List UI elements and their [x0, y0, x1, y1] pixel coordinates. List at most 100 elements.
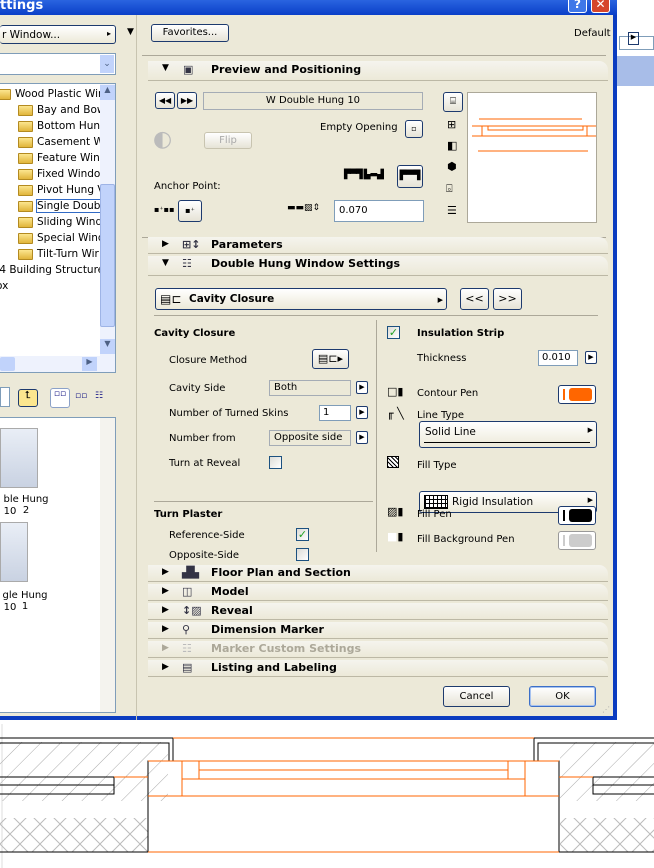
number-from-arrow-button[interactable]: ▶ [356, 431, 368, 444]
section-title: Model [211, 585, 249, 598]
path-field[interactable] [0, 387, 10, 407]
close-button[interactable]: ✕ [591, 0, 610, 13]
horizontal-scrollbar[interactable]: ▶ [0, 356, 115, 372]
section-floor-plan-and-section[interactable]: ▶ ▟▙ Floor Plan and Section [148, 565, 608, 582]
thumbnail-grid[interactable]: ble Hung 2 10 gle Hung 1 10 [0, 417, 116, 713]
tree-item[interactable]: Casement W [18, 136, 104, 152]
turn-at-reveal-checkbox[interactable] [269, 456, 282, 469]
scroll-up-icon[interactable]: ▲ [100, 85, 115, 100]
help-button[interactable]: ? [568, 0, 587, 13]
parameter-list-icon[interactable]: ☰ [447, 204, 457, 217]
thumbnail-double-hung[interactable] [0, 428, 38, 488]
favorites-button[interactable]: Favorites... [151, 24, 229, 42]
settings-page-dropdown[interactable]: ▤⊏ Cavity Closure ▶ [155, 288, 447, 310]
tree-item[interactable]: Tilt-Turn Wir [18, 248, 99, 264]
anchor-point-icons[interactable]: ▪⁺▪▪ [154, 205, 175, 214]
panel-splitter[interactable] [136, 15, 137, 720]
closure-method-button[interactable]: ▤⊏▸ [312, 349, 349, 369]
folder-icon [18, 200, 33, 212]
previous-page-button[interactable]: << [460, 288, 489, 310]
front-view-icon[interactable]: ⊞ [447, 118, 456, 131]
search-input[interactable]: ⌄ [0, 53, 116, 75]
turned-skins-arrow-button[interactable]: ▶ [356, 406, 368, 419]
thickness-input[interactable]: 0.010 [538, 350, 578, 366]
scrollbar-thumb-h[interactable] [0, 357, 15, 371]
listing-icon: ▤ [182, 661, 193, 674]
library-dropdown[interactable]: r Window... ▸ [0, 25, 116, 44]
section-preview-and-positioning[interactable]: ▼ ▣ Preview and Positioning [148, 61, 608, 81]
previous-object-button[interactable]: ◀◀ [155, 92, 175, 109]
next-object-button[interactable]: ▶▶ [177, 92, 197, 109]
cancel-button[interactable]: Cancel [443, 686, 510, 707]
empty-opening-button[interactable]: ▫ [405, 120, 423, 138]
section-dimension-marker[interactable]: ▶ ⚲ Dimension Marker [148, 622, 608, 639]
chevron-right-icon: ▶ [587, 496, 593, 504]
thickness-arrow-button[interactable]: ▶ [585, 351, 597, 364]
line-type-dropdown[interactable]: Solid Line ▶ [419, 421, 597, 448]
library-dropdown-label: r Window... [2, 29, 61, 41]
thumbnail-scrollbar[interactable] [100, 418, 115, 712]
section-view-icon[interactable]: ⌻ [446, 182, 453, 196]
vertical-scrollbar[interactable]: ▲ ▼ [100, 84, 115, 356]
tree-item[interactable]: Single Double [18, 199, 111, 216]
wall-position-icons[interactable]: ▛▀▜ ▙▬▟ [344, 170, 384, 180]
section-listing-and-labeling[interactable]: ▶ ▤ Listing and Labeling [148, 660, 608, 677]
folder-up-icon[interactable]: ⮤ [18, 389, 38, 407]
small-icons-view-icon[interactable]: ▫▫ [75, 391, 87, 401]
tree-item[interactable]: Pivot Hung V [18, 184, 105, 200]
section-reveal[interactable]: ▶ ↕▨ Reveal [148, 603, 608, 620]
wall-position-selected-button[interactable]: ▛▀▜ [397, 165, 423, 188]
tree-item[interactable]: Feature Win [18, 152, 100, 168]
turned-skins-label: Number of Turned Skins [169, 408, 289, 419]
panel-toggle-arrow[interactable]: ▼ [127, 27, 134, 37]
tree-item[interactable]: Wood Plastic Win [0, 88, 105, 104]
chevron-down-icon[interactable]: ⌄ [100, 55, 114, 73]
thickness-label: Thickness [417, 353, 467, 364]
background-arrow-button[interactable]: ▶ [628, 32, 639, 45]
section-double-hung-settings[interactable]: ▼ ☷ Double Hung Window Settings [148, 256, 608, 276]
cavity-side-arrow-button[interactable]: ▶ [356, 381, 368, 394]
tree-item[interactable]: Bottom Hung [18, 120, 107, 136]
side-view-icon[interactable]: ◧ [447, 139, 457, 152]
fill-pen-button[interactable] [558, 506, 596, 525]
plan-view-icon[interactable]: ⌸ [443, 92, 463, 112]
opposite-side-checkbox[interactable] [296, 548, 309, 561]
resize-grip-icon[interactable]: ⋰ [602, 705, 610, 714]
3d-view-icon[interactable]: ⬢ [447, 160, 457, 173]
thumbnail-single-hung[interactable] [0, 522, 28, 582]
next-page-button[interactable]: >> [493, 288, 522, 310]
tree-item[interactable]: Special Wind [18, 232, 105, 248]
scroll-right-icon[interactable]: ▶ [82, 357, 97, 371]
library-tree[interactable]: Wood Plastic Win Bay and Bow Bottom Hung Ca… [0, 83, 116, 373]
insulation-strip-checkbox[interactable]: ✓ [387, 326, 400, 339]
list-view-icon[interactable]: ☷ [95, 391, 103, 401]
window-settings-dialog: r Window... ▸ ▼ ⌄ Wood Plastic Win Bay and… [0, 15, 617, 720]
section-parameters[interactable]: ▶ ⊞↕ Parameters [148, 237, 608, 254]
offset-input[interactable]: 0.070 [334, 200, 424, 222]
section-model[interactable]: ▶ ◫ Model [148, 584, 608, 601]
line-type-label: Line Type [417, 410, 464, 421]
tree-item-label: Pivot Hung V [37, 184, 105, 196]
tree-item[interactable]: Bay and Bow [18, 104, 106, 120]
title-bar[interactable]: ttings ? ✕ [0, 0, 617, 15]
scrollbar-thumb[interactable] [100, 184, 115, 327]
tree-item[interactable]: ox [0, 280, 8, 296]
tree-item[interactable]: .4 Building Structure [0, 264, 104, 280]
large-icons-view-icon[interactable]: ▫▫ [50, 388, 70, 408]
contour-pen-button[interactable] [558, 385, 596, 404]
turned-skins-input[interactable]: 1 [319, 405, 351, 421]
anchor-point-selected-button[interactable]: ▪⁺ [178, 200, 202, 222]
anchor-point-label: Anchor Point: [154, 181, 221, 192]
flip-button[interactable]: Flip [204, 132, 252, 149]
ok-button[interactable]: OK [529, 686, 596, 707]
tree-item-label: Casement W [37, 136, 104, 148]
tree-item[interactable]: Sliding Windo [18, 216, 109, 232]
marker-settings-icon: ☷ [182, 642, 192, 655]
tree-item[interactable]: Fixed Windo [18, 168, 100, 184]
scroll-down-icon[interactable]: ▼ [100, 339, 115, 354]
section-title: Listing and Labeling [211, 661, 337, 674]
background-panel [617, 56, 654, 86]
reference-side-checkbox[interactable]: ✓ [296, 528, 309, 541]
fill-background-pen-button[interactable] [558, 531, 596, 550]
line-type-icon: ╓ ╲ [387, 407, 404, 420]
